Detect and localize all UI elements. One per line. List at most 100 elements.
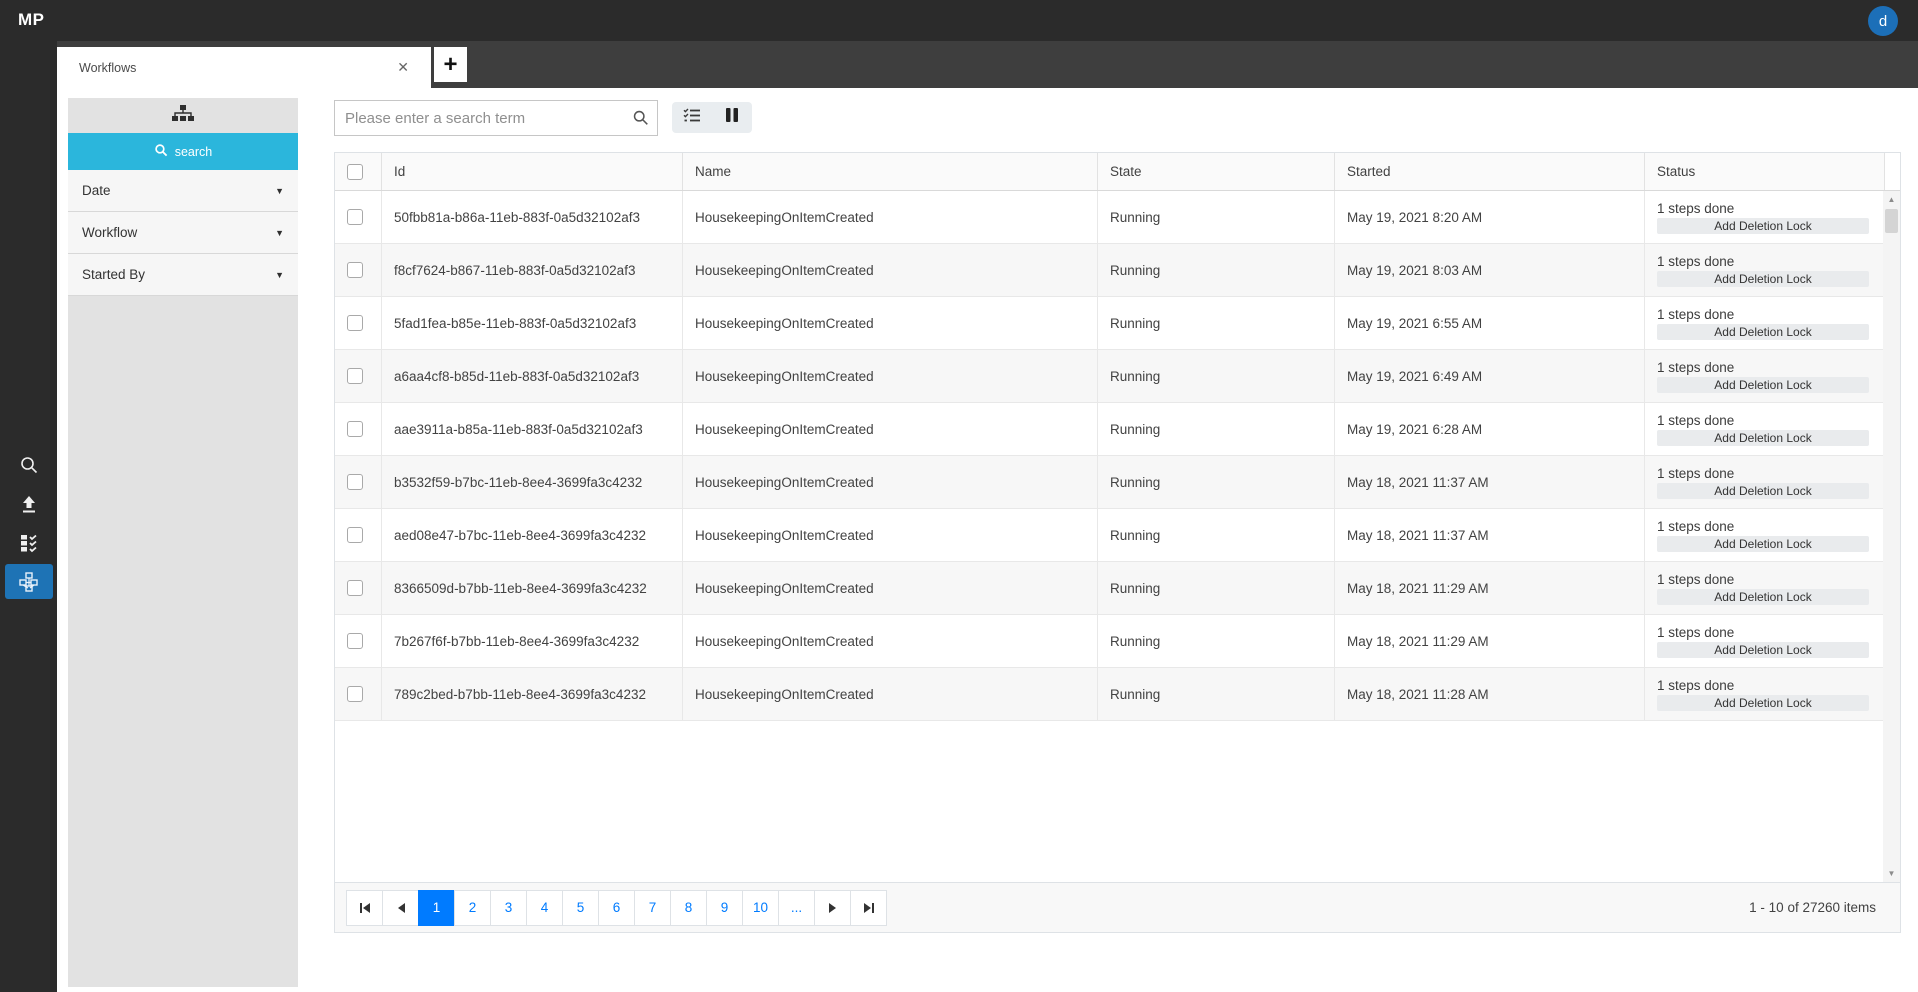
row-checkbox[interactable] [347,686,363,702]
row-checkbox[interactable] [347,421,363,437]
tab-workflows[interactable]: Workflows ✕ [57,47,431,88]
page-button-3[interactable]: 3 [490,889,527,926]
checklist-icon [683,108,701,128]
row-checkbox[interactable] [347,315,363,331]
filter-section-date[interactable]: Date ▼ [68,170,298,212]
cell-state: Running [1098,615,1335,667]
column-header-started[interactable]: Started [1335,153,1645,190]
checklist-view-button[interactable] [672,102,712,133]
add-tab-button[interactable]: + [434,47,467,82]
steps-done-label: 1 steps done [1657,307,1735,322]
cell-name: HousekeepingOnItemCreated [683,668,1098,720]
row-checkbox[interactable] [347,527,363,543]
cell-name: HousekeepingOnItemCreated [683,244,1098,296]
cell-id: 7b267f6f-b7bb-11eb-8ee4-3699fa3c4232 [382,615,683,667]
table-row[interactable]: 50fbb81a-b86a-11eb-883f-0a5d32102af3 Hou… [335,191,1885,244]
chevron-down-icon: ▼ [275,269,284,280]
header-scroll-gutter [1885,153,1900,190]
page-button-5[interactable]: 5 [562,889,599,926]
add-deletion-lock-button[interactable]: Add Deletion Lock [1657,695,1869,711]
cell-status: 1 steps done Add Deletion Lock [1645,668,1885,720]
column-header-id[interactable]: Id [382,153,683,190]
next-page-button[interactable] [814,889,851,926]
page-button-4[interactable]: 4 [526,889,563,926]
add-deletion-lock-button[interactable]: Add Deletion Lock [1657,271,1869,287]
user-avatar[interactable]: d [1868,6,1898,36]
add-deletion-lock-button[interactable]: Add Deletion Lock [1657,483,1869,499]
table-row[interactable]: 8366509d-b7bb-11eb-8ee4-3699fa3c4232 Hou… [335,562,1885,615]
add-deletion-lock-button[interactable]: Add Deletion Lock [1657,589,1869,605]
table-row[interactable]: 5fad1fea-b85e-11eb-883f-0a5d32102af3 Hou… [335,297,1885,350]
filter-section-started-by[interactable]: Started By ▼ [68,254,298,296]
add-deletion-lock-button[interactable]: Add Deletion Lock [1657,324,1869,340]
add-deletion-lock-button[interactable]: Add Deletion Lock [1657,218,1869,234]
cell-state: Running [1098,668,1335,720]
page-button-2[interactable]: 2 [454,889,491,926]
rail-item-upload[interactable] [0,484,57,523]
first-page-button[interactable] [346,889,383,926]
cell-name: HousekeepingOnItemCreated [683,615,1098,667]
steps-done-label: 1 steps done [1657,201,1735,216]
table-row[interactable]: f8cf7624-b867-11eb-883f-0a5d32102af3 Hou… [335,244,1885,297]
select-all-checkbox[interactable] [347,163,363,180]
row-checkbox[interactable] [347,474,363,490]
page-button-10[interactable]: 10 [742,889,779,926]
search-input-icon[interactable] [632,109,649,131]
steps-done-label: 1 steps done [1657,254,1735,269]
tab-close-icon[interactable]: ✕ [391,57,415,78]
cell-name: HousekeepingOnItemCreated [683,509,1098,561]
column-header-state[interactable]: State [1098,153,1335,190]
cell-id: f8cf7624-b867-11eb-883f-0a5d32102af3 [382,244,683,296]
scrollbar-thumb[interactable] [1885,209,1898,233]
more-pages-button[interactable]: ... [778,889,815,926]
table-row[interactable]: 7b267f6f-b7bb-11eb-8ee4-3699fa3c4232 Hou… [335,615,1885,668]
workflow-icon [18,571,40,593]
search-input[interactable] [334,100,658,136]
add-deletion-lock-button[interactable]: Add Deletion Lock [1657,377,1869,393]
table-row[interactable]: b3532f59-b7bc-11eb-8ee4-3699fa3c4232 Hou… [335,456,1885,509]
filter-section-workflow[interactable]: Workflow ▼ [68,212,298,254]
column-header-status[interactable]: Status [1645,153,1885,190]
cell-started: May 18, 2021 11:29 AM [1335,615,1645,667]
column-header-name[interactable]: Name [683,153,1098,190]
row-checkbox[interactable] [347,368,363,384]
cell-name: HousekeepingOnItemCreated [683,350,1098,402]
cell-started: May 19, 2021 6:49 AM [1335,350,1645,402]
row-checkbox[interactable] [347,580,363,596]
rail-item-workflows[interactable] [4,564,53,599]
cell-status: 1 steps done Add Deletion Lock [1645,509,1885,561]
pause-button[interactable] [712,102,752,133]
search-button[interactable]: search [68,133,298,170]
row-checkbox[interactable] [347,633,363,649]
cell-state: Running [1098,297,1335,349]
table-row[interactable]: a6aa4cf8-b85d-11eb-883f-0a5d32102af3 Hou… [335,350,1885,403]
table-row[interactable]: aae3911a-b85a-11eb-883f-0a5d32102af3 Hou… [335,403,1885,456]
pause-icon [725,107,739,128]
vertical-scrollbar[interactable]: ▲ ▼ [1883,191,1900,882]
page-button-8[interactable]: 8 [670,889,707,926]
page-button-7[interactable]: 7 [634,889,671,926]
rail-item-tasks[interactable] [0,523,57,562]
cell-state: Running [1098,562,1335,614]
page-button-1[interactable]: 1 [418,889,455,926]
cell-status: 1 steps done Add Deletion Lock [1645,350,1885,402]
steps-done-label: 1 steps done [1657,360,1735,375]
scroll-down-arrow-icon[interactable]: ▼ [1883,865,1900,882]
row-checkbox[interactable] [347,262,363,278]
row-checkbox[interactable] [347,209,363,225]
add-deletion-lock-button[interactable]: Add Deletion Lock [1657,642,1869,658]
previous-page-button[interactable] [382,889,419,926]
filter-section-label: Started By [82,267,146,282]
cell-started: May 19, 2021 6:55 AM [1335,297,1645,349]
add-deletion-lock-button[interactable]: Add Deletion Lock [1657,430,1869,446]
steps-done-label: 1 steps done [1657,625,1735,640]
last-page-button[interactable] [850,889,887,926]
add-deletion-lock-button[interactable]: Add Deletion Lock [1657,536,1869,552]
page-button-6[interactable]: 6 [598,889,635,926]
scroll-up-arrow-icon[interactable]: ▲ [1883,191,1900,208]
hierarchy-view-button[interactable] [68,98,298,133]
table-row[interactable]: 789c2bed-b7bb-11eb-8ee4-3699fa3c4232 Hou… [335,668,1885,721]
rail-item-search[interactable] [0,445,57,484]
page-button-9[interactable]: 9 [706,889,743,926]
table-row[interactable]: aed08e47-b7bc-11eb-8ee4-3699fa3c4232 Hou… [335,509,1885,562]
